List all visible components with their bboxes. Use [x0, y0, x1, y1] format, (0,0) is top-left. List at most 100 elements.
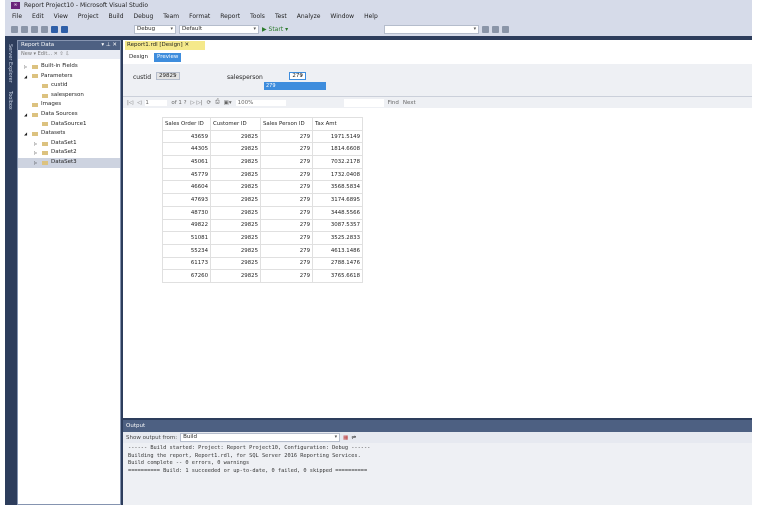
tab-design[interactable]: Design — [126, 53, 151, 62]
tree-item[interactable]: ▷ DataSet2 — [18, 148, 120, 158]
table-cell: 29825 — [210, 129, 261, 144]
output-line: Build complete -- 0 errors, 0 warnings — [128, 460, 250, 466]
table-cell: 279 — [260, 142, 313, 157]
solution-explorer-icon[interactable] — [482, 25, 490, 33]
platform-select[interactable]: Default — [179, 24, 259, 34]
tree-item[interactable]: ◢ Datasets — [18, 129, 120, 139]
tab-report1-design[interactable]: Report1.rdl [Design] ✕ — [125, 41, 205, 50]
menu-analyze[interactable]: Analyze — [292, 13, 326, 20]
server-explorer-tab[interactable]: Server Explorer — [5, 40, 15, 87]
table-cell: 279 — [260, 167, 313, 182]
close-tab-icon[interactable]: ✕ — [184, 42, 189, 48]
output-title: Output — [123, 420, 752, 432]
page-input[interactable]: 1 — [145, 99, 168, 106]
save-all-icon[interactable] — [61, 25, 68, 33]
menu-tools[interactable]: Tools — [245, 13, 270, 20]
salesperson-select[interactable]: 279 — [289, 72, 306, 80]
toolbox-tab[interactable]: Toolbox — [5, 87, 15, 114]
menu-edit[interactable]: Edit — [27, 13, 49, 20]
start-button[interactable]: ▶ Start ▾ — [262, 26, 288, 33]
report-data-tree: ▷ Built-in Fields ◢ Parameters custid salespe… — [18, 59, 120, 168]
table-row: 47693 29825 279 3174.6895 — [162, 193, 363, 207]
table-cell: 3174.6895 — [312, 193, 363, 207]
table-cell: 51081 — [162, 231, 211, 245]
open-icon[interactable] — [41, 25, 48, 33]
clear-all-icon[interactable]: ▦ — [343, 435, 348, 441]
config-select[interactable]: Debug — [134, 24, 176, 34]
panel-title: Report Data — [21, 42, 55, 48]
report-data-toolbar[interactable]: New ▾ Edit... ✕ ⇧ ⇩ — [18, 50, 120, 59]
back-icon[interactable] — [11, 25, 18, 33]
tree-item[interactable]: DataSource1 — [18, 120, 120, 130]
table-row: 48730 29825 279 3448.5566 — [162, 205, 363, 220]
table-row: 44305 29825 279 1814.6608 — [162, 142, 363, 157]
forward-icon[interactable] — [21, 25, 28, 33]
table-cell: 29825 — [210, 205, 261, 220]
expand-icon[interactable]: ◢ — [24, 72, 29, 82]
output-text: ------ Build started: Project: Report Pr… — [123, 443, 752, 477]
export-icon[interactable]: ▣▾ — [224, 100, 232, 106]
salesperson-option[interactable]: 279 — [264, 82, 326, 90]
tree-item[interactable]: ◢ Data Sources — [18, 110, 120, 120]
folder-icon — [42, 151, 48, 156]
table-cell: 49822 — [162, 218, 211, 233]
menu-report[interactable]: Report — [215, 13, 245, 20]
menu-test[interactable]: Test — [270, 13, 292, 20]
expand-icon[interactable]: ◢ — [24, 110, 29, 120]
table-cell: 1732.0408 — [312, 167, 363, 182]
expand-icon[interactable]: ◢ — [24, 129, 29, 139]
output-source-select[interactable]: Build — [180, 433, 341, 442]
tree-item[interactable]: ◢ Parameters — [18, 72, 120, 82]
menu-project[interactable]: Project — [73, 13, 104, 20]
menu-format[interactable]: Format — [184, 13, 215, 20]
menu-window[interactable]: Window — [325, 13, 359, 20]
table-cell: 48730 — [162, 205, 211, 220]
table-cell: 29825 — [210, 180, 261, 195]
table-cell: 61173 — [162, 256, 211, 271]
expand-icon[interactable]: ▷ — [34, 148, 39, 158]
word-wrap-icon[interactable]: ⇌ — [351, 435, 356, 441]
properties-icon[interactable] — [492, 25, 500, 33]
toolbox-icon[interactable] — [502, 25, 510, 33]
view-tabs: Design Preview — [123, 51, 752, 64]
tree-item[interactable]: Images — [18, 100, 120, 110]
print-icon[interactable]: ⎙ — [215, 99, 219, 106]
custid-select[interactable]: 29825 — [156, 72, 180, 80]
tree-item[interactable]: ▷ Built-in Fields — [18, 62, 120, 72]
first-page-icon[interactable]: |◁ — [127, 100, 133, 106]
expand-icon[interactable]: ▷ — [34, 139, 39, 149]
menu-help[interactable]: Help — [359, 13, 383, 20]
expand-icon[interactable]: ▷ — [34, 158, 39, 168]
menu-debug[interactable]: Debug — [129, 13, 159, 20]
new-project-icon[interactable] — [31, 25, 38, 33]
menu-file[interactable]: File — [7, 13, 27, 20]
table-row: 49822 29825 279 3087.5357 — [162, 218, 363, 233]
table-cell: 29825 — [210, 167, 261, 182]
find-button[interactable]: Find — [388, 100, 399, 106]
next-page-icon[interactable]: ▷ ▷| — [191, 100, 203, 106]
save-icon[interactable] — [51, 25, 58, 33]
next-button[interactable]: Next — [403, 100, 416, 106]
pin-close-icon[interactable]: ▾ ⊥ ✕ — [101, 41, 117, 50]
tree-item[interactable]: ▷ DataSet1 — [18, 139, 120, 149]
find-input[interactable] — [343, 98, 384, 107]
find-combo[interactable] — [384, 24, 480, 34]
refresh-icon[interactable]: ⟳ — [207, 100, 212, 106]
menu-team[interactable]: Team — [158, 13, 184, 20]
tree-item[interactable]: salesperson — [18, 91, 120, 101]
prev-page-icon[interactable]: ◁ — [137, 100, 141, 106]
tree-item[interactable]: ▷ DataSet3 — [18, 157, 120, 168]
zoom-select[interactable]: 100% — [235, 99, 286, 106]
column-header: Sales Order ID — [162, 117, 211, 131]
show-output-label: Show output from: — [126, 434, 178, 441]
folder-icon — [42, 160, 48, 165]
expand-icon[interactable]: ▷ — [24, 62, 29, 72]
folder-icon — [42, 83, 48, 88]
report-table: Sales Order ID Customer ID Sales Person ID… — [162, 117, 363, 283]
tree-item[interactable]: custid — [18, 81, 120, 91]
menu-build[interactable]: Build — [103, 13, 128, 20]
folder-icon — [32, 103, 38, 108]
main-toolbar: Debug Default ▶ Start ▾ — [5, 22, 752, 36]
menu-view[interactable]: View — [49, 13, 73, 20]
tab-preview[interactable]: Preview — [154, 53, 182, 62]
